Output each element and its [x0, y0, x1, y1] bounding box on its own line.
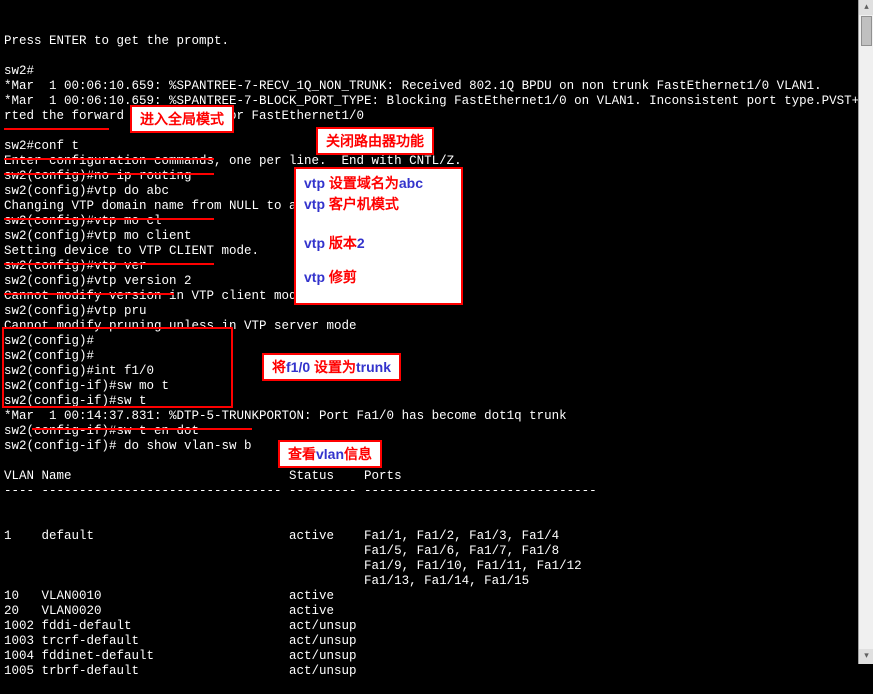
- table-row: 20 VLAN0020 active: [4, 604, 854, 619]
- underline-vtp-pru: [4, 293, 174, 295]
- underline-conf-t: [4, 128, 109, 130]
- scroll-thumb[interactable]: [861, 16, 872, 46]
- callout-vtp-text-2: 客户机模式: [329, 196, 399, 212]
- terminal-line: sw2#: [4, 64, 854, 79]
- callout-trunk: 将f1/0 设置为trunk: [262, 353, 401, 381]
- scroll-down-icon[interactable]: ▾: [859, 649, 873, 664]
- callout-vlan-pre: 查看: [288, 446, 316, 462]
- underline-vtp-mo-client: [4, 218, 214, 220]
- terminal-line: VLAN Name Status Ports: [4, 469, 854, 484]
- scroll-up-icon[interactable]: ▴: [859, 0, 873, 15]
- table-row: 1 default active Fa1/1, Fa1/2, Fa1/3, Fa…: [4, 529, 854, 544]
- terminal-line: [4, 454, 854, 469]
- table-row: Fa1/5, Fa1/6, Fa1/7, Fa1/8: [4, 544, 854, 559]
- callout-vtp-settings: vtp 设置域名为abc vtp 客户机模式 vtp 版本2 vtp 修剪: [294, 167, 463, 305]
- callout-vlan-suf: 信息: [344, 446, 372, 462]
- table-row: 1004 fddinet-default act/unsup: [4, 649, 854, 664]
- underline-vtp-version-2: [4, 263, 214, 265]
- callout-trunk-mid: 设置为: [314, 359, 356, 375]
- callout-trunk-word: trunk: [356, 359, 391, 375]
- terminal-line: sw2(config)#int f1/0: [4, 364, 854, 379]
- terminal-line: Press ENTER to get the prompt.: [4, 34, 854, 49]
- callout-vtp-prefix-4: vtp: [304, 269, 325, 285]
- underline-no-ip-routing: [4, 158, 214, 160]
- scrollbar[interactable]: ▴ ▾: [858, 0, 873, 664]
- terminal-line: sw2(config)#: [4, 334, 854, 349]
- callout-vlan-word: vlan: [316, 446, 344, 462]
- table-row: 1005 trbrf-default act/unsup: [4, 664, 854, 679]
- callout-vtp-prefix-2: vtp: [304, 196, 325, 212]
- callout-vtp-text-3: 版本: [329, 235, 357, 251]
- callout-trunk-pre: 将: [272, 359, 286, 375]
- terminal-line: *Mar 1 00:06:10.659: %SPANTREE-7-RECV_1Q…: [4, 79, 854, 94]
- table-row: 1002 fddi-default act/unsup: [4, 619, 854, 634]
- callout-vtp-2: 2: [357, 235, 365, 251]
- terminal-line: sw2(config-if)#sw t en dot: [4, 424, 854, 439]
- callout-abc: abc: [399, 175, 423, 191]
- callout-f10: f1/0: [286, 359, 310, 375]
- terminal-line: Cannot modify pruning unless in VTP serv…: [4, 319, 854, 334]
- underline-vtp-do-abc: [4, 173, 214, 175]
- callout-global-mode: 进入全局模式: [130, 105, 234, 133]
- terminal-output: Press ENTER to get the prompt.sw2#*Mar 1…: [0, 0, 858, 664]
- callout-vtp-prefix-1: vtp: [304, 175, 325, 191]
- callout-vtp-text-4: 修剪: [329, 269, 357, 285]
- table-row: 10 VLAN0010 active: [4, 589, 854, 604]
- terminal-line: *Mar 1 00:14:37.831: %DTP-5-TRUNKPORTON:…: [4, 409, 854, 424]
- terminal-line: sw2(config)#: [4, 349, 854, 364]
- terminal-line: [4, 49, 854, 64]
- terminal-line: sw2(config-if)# do show vlan-sw b: [4, 439, 854, 454]
- terminal-line: sw2(config-if)#sw mo t: [4, 379, 854, 394]
- table-row: Fa1/9, Fa1/10, Fa1/11, Fa1/12: [4, 559, 854, 574]
- terminal-line: sw2(config-if)#sw t: [4, 394, 854, 409]
- callout-vlan-info: 查看vlan信息: [278, 440, 382, 468]
- callout-vtp-text-1: 设置域名为: [329, 175, 399, 191]
- callout-vtp-prefix-3: vtp: [304, 235, 325, 251]
- table-row: Fa1/13, Fa1/14, Fa1/15: [4, 574, 854, 589]
- callout-close-routing: 关闭路由器功能: [316, 127, 434, 155]
- terminal-line: ---- -------------------------------- --…: [4, 484, 854, 499]
- underline-do-show-vlan: [32, 428, 252, 430]
- terminal-line: sw2(config)#vtp pru: [4, 304, 854, 319]
- table-row: 1003 trcrf-default act/unsup: [4, 634, 854, 649]
